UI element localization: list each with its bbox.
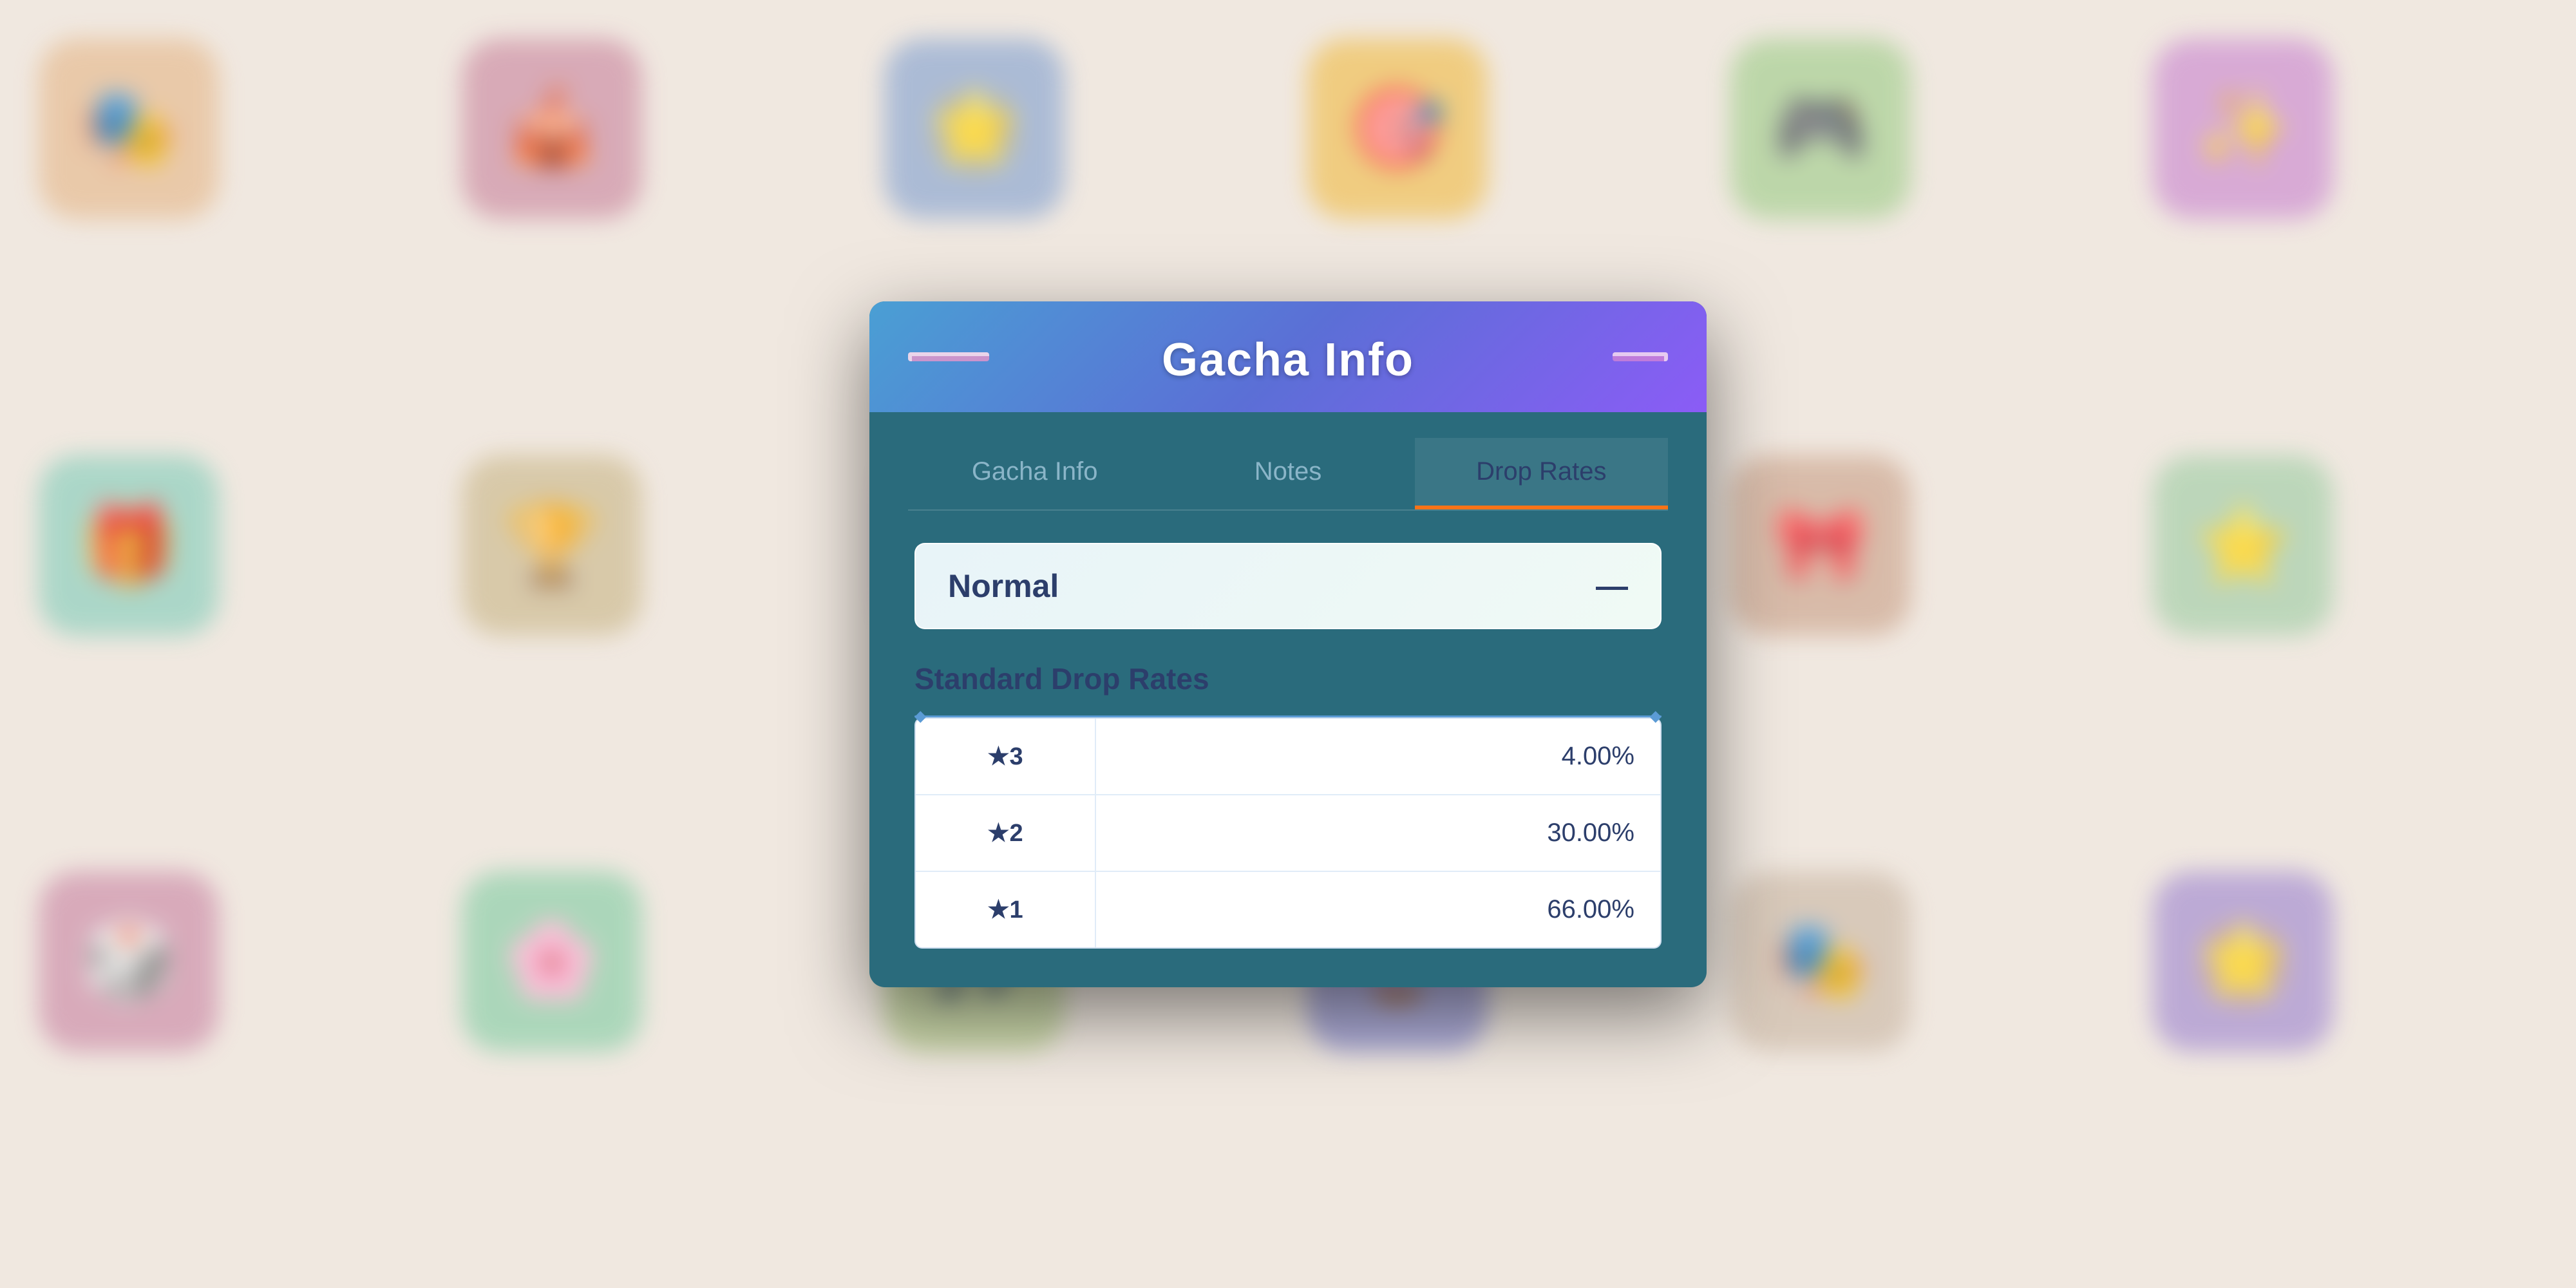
tabs-container: Gacha Info Notes Drop Rates (908, 438, 1668, 511)
rate2-cell: 30.00% (1096, 795, 1660, 871)
modal-overlay: Gacha Info Gacha Info Notes Drop Rates (869, 301, 1707, 987)
rate3-cell: 4.00% (1096, 719, 1660, 794)
background-icon: 🎁 (39, 455, 219, 636)
background-icon: 🎭 (1730, 871, 1911, 1052)
content-area: Normal — Standard Drop Rates ★3 4.00% (908, 543, 1668, 949)
background-icon: 🎀 (1730, 455, 1911, 636)
standard-drop-rates-title: Standard Drop Rates (914, 661, 1662, 696)
background-icon: 🌟 (884, 39, 1065, 219)
normal-section[interactable]: Normal — (914, 543, 1662, 629)
background-icon: 🎪 (462, 39, 642, 219)
gacha-info-modal: Gacha Info Gacha Info Notes Drop Rates (869, 301, 1707, 987)
background-icon: 🎲 (39, 871, 219, 1052)
table-row: ★1 66.00% (916, 872, 1660, 947)
tab-drop-rates[interactable]: Drop Rates (1415, 438, 1668, 509)
background-icon: 🏆 (462, 455, 642, 636)
background-icon: 🌟 (2153, 871, 2333, 1052)
star1-cell: ★1 (916, 872, 1096, 947)
standard-drop-rates: Standard Drop Rates ★3 4.00% (914, 661, 1662, 949)
modal-header: Gacha Info (869, 301, 1707, 412)
modal-body: Gacha Info Notes Drop Rates Normal — (869, 412, 1707, 949)
modal-title: Gacha Info (908, 334, 1668, 386)
table-row: ★3 4.00% (916, 719, 1660, 795)
background-icon: 🎯 (1307, 39, 1488, 219)
drop-rates-table: ★3 4.00% ★2 30.00% (914, 717, 1662, 949)
collapse-icon: — (1596, 570, 1628, 602)
separator-line (914, 715, 1662, 717)
rate1-cell: 66.00% (1096, 872, 1660, 947)
normal-label: Normal (948, 567, 1059, 605)
tab-gacha-info[interactable]: Gacha Info (908, 438, 1161, 509)
tab-notes[interactable]: Notes (1161, 438, 1414, 509)
background-icon: ⭐ (2153, 455, 2333, 636)
star2-cell: ★2 (916, 795, 1096, 871)
table-row: ★2 30.00% (916, 795, 1660, 872)
background-icon: 🌸 (462, 871, 642, 1052)
background-icon: 🎮 (1730, 39, 1911, 219)
background-icon: 🎭 (39, 39, 219, 219)
background-icon: ✨ (2153, 39, 2333, 219)
star3-cell: ★3 (916, 719, 1096, 794)
